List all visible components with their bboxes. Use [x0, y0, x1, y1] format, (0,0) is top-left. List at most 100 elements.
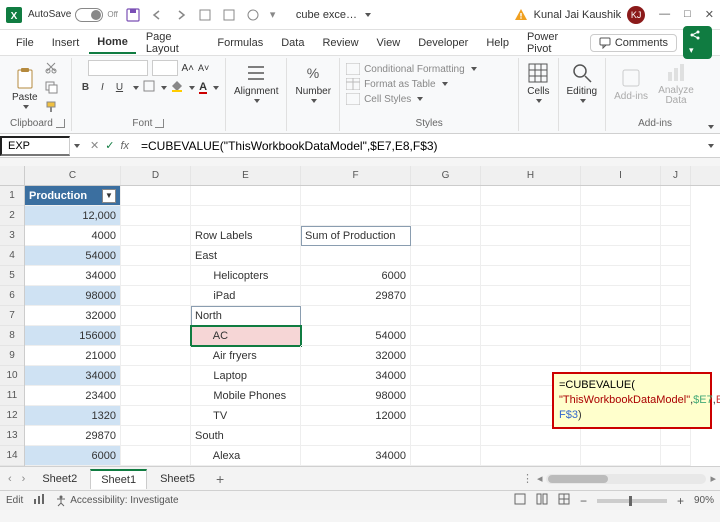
avatar[interactable]: KJ [627, 6, 645, 24]
cell[interactable]: South [191, 426, 301, 446]
row-header[interactable]: 3 [0, 226, 24, 246]
cell[interactable] [301, 306, 411, 326]
cell-styles-button[interactable]: Cell Styles [346, 93, 423, 105]
cell[interactable]: 34000 [301, 366, 411, 386]
cell[interactable]: 54000 [25, 246, 121, 266]
row-header[interactable]: 1 [0, 186, 24, 206]
cell[interactable] [191, 206, 301, 226]
file-name[interactable]: cube exce… [296, 9, 357, 21]
fill-color-icon[interactable] [171, 80, 183, 95]
maximize-button[interactable]: □ [684, 8, 691, 21]
add-sheet-button[interactable]: + [208, 471, 232, 487]
sheet-tab[interactable]: Sheet1 [90, 469, 147, 489]
zoom-slider[interactable] [597, 499, 667, 503]
col-header[interactable]: F [301, 166, 411, 185]
cell[interactable] [301, 246, 411, 266]
formula-expand-icon[interactable] [708, 144, 714, 148]
cell[interactable]: Alexa [191, 446, 301, 466]
tab-insert[interactable]: Insert [44, 33, 88, 53]
conditional-formatting-button[interactable]: Conditional Formatting [346, 63, 477, 75]
format-painter-icon[interactable] [44, 100, 58, 117]
bold-button[interactable]: B [78, 80, 93, 95]
cell[interactable]: 29870 [301, 286, 411, 306]
zoom-out-button[interactable]: − [580, 494, 587, 508]
cell[interactable]: 98000 [301, 386, 411, 406]
qa-icon-1[interactable] [198, 8, 212, 22]
minimize-button[interactable]: — [659, 8, 670, 21]
save-icon[interactable] [126, 8, 140, 22]
row-header[interactable]: 8 [0, 326, 24, 346]
col-header[interactable]: D [121, 166, 191, 185]
close-button[interactable]: ✕ [705, 8, 714, 21]
sheet-tab[interactable]: Sheet5 [149, 469, 206, 488]
increase-font-icon[interactable]: A˄ [182, 63, 195, 74]
redo-icon[interactable] [174, 8, 188, 22]
cell[interactable]: 4000 [25, 226, 121, 246]
horizontal-scrollbar[interactable] [546, 474, 706, 484]
cell[interactable]: 54000 [301, 326, 411, 346]
row-header[interactable]: 11 [0, 386, 24, 406]
row-header[interactable]: 4 [0, 246, 24, 266]
row-header[interactable]: 10 [0, 366, 24, 386]
cell[interactable]: 98000 [25, 286, 121, 306]
tab-home[interactable]: Home [89, 32, 136, 54]
accessibility-status[interactable]: Accessibility: Investigate [55, 495, 178, 507]
cancel-formula-icon[interactable]: ✕ [90, 139, 99, 152]
tab-developer[interactable]: Developer [410, 33, 476, 53]
cell[interactable]: Mobile Phones [191, 386, 301, 406]
tab-help[interactable]: Help [478, 33, 517, 53]
cell[interactable]: iPad [191, 286, 301, 306]
qa-overflow-icon[interactable]: ▾ [270, 8, 284, 22]
tab-formulas[interactable]: Formulas [209, 33, 271, 53]
decrease-font-icon[interactable]: A˅ [198, 63, 209, 73]
qa-icon-3[interactable] [246, 8, 260, 22]
copy-icon[interactable] [44, 80, 58, 97]
cell[interactable]: 12,000 [25, 206, 121, 226]
cell[interactable]: 6000 [25, 446, 121, 466]
editing-button[interactable]: Editing [565, 60, 600, 105]
cell[interactable]: 34000 [25, 266, 121, 286]
clipboard-launcher[interactable] [56, 119, 65, 128]
cell[interactable]: East [191, 246, 301, 266]
format-as-table-button[interactable]: Format as Table [346, 78, 448, 90]
tab-data[interactable]: Data [273, 33, 312, 53]
tab-view[interactable]: View [369, 33, 409, 53]
cell[interactable]: Air fryers [191, 346, 301, 366]
row-header[interactable]: 5 [0, 266, 24, 286]
cut-icon[interactable] [44, 60, 58, 77]
col-header[interactable]: H [481, 166, 581, 185]
fx-icon[interactable]: fx [120, 140, 129, 152]
row-header[interactable]: 14 [0, 446, 24, 466]
comments-button[interactable]: Comments [590, 34, 677, 52]
warning-icon[interactable] [514, 8, 528, 22]
enter-formula-icon[interactable]: ✓ [105, 139, 114, 152]
cell[interactable]: 34000 [301, 446, 411, 466]
spreadsheet-grid[interactable]: 1 2 3 4 5 6 7 8 9 10 11 12 13 14 C D E F… [0, 166, 720, 466]
font-launcher[interactable] [155, 119, 164, 128]
view-page-layout-icon[interactable] [536, 493, 548, 508]
view-page-break-icon[interactable] [558, 493, 570, 508]
sheet-nav-prev[interactable]: ‹ [4, 473, 16, 485]
ribbon-collapse-icon[interactable] [708, 125, 714, 129]
addins-button[interactable]: Add-ins [612, 65, 650, 104]
file-name-caret-icon[interactable] [365, 13, 371, 17]
autosave-toggle[interactable] [75, 8, 103, 22]
row-header[interactable]: 9 [0, 346, 24, 366]
tab-power-pivot[interactable]: Power Pivot [519, 27, 586, 59]
col-header[interactable]: G [411, 166, 481, 185]
paste-button[interactable]: Paste [10, 66, 40, 111]
cell-e7[interactable]: North [191, 306, 301, 326]
number-button[interactable]: % Number [293, 60, 333, 105]
stats-icon[interactable] [33, 493, 45, 508]
analyze-data-button[interactable]: Analyze Data [654, 60, 698, 108]
cell[interactable]: 23400 [25, 386, 121, 406]
zoom-level[interactable]: 90% [694, 495, 714, 506]
undo-icon[interactable] [150, 8, 164, 22]
row-header[interactable]: 6 [0, 286, 24, 306]
cell[interactable]: 156000 [25, 326, 121, 346]
tab-review[interactable]: Review [314, 33, 366, 53]
table-header-cell[interactable]: Production ▼ [25, 186, 121, 206]
cell[interactable]: 6000 [301, 266, 411, 286]
tab-page-layout[interactable]: Page Layout [138, 27, 208, 59]
cell[interactable]: Helicopters [191, 266, 301, 286]
